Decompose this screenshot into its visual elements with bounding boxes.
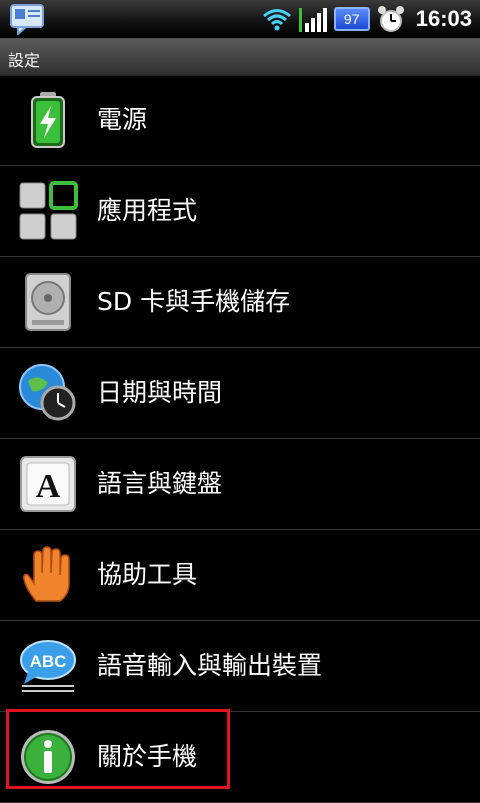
settings-item-label: 語言與鍵盤 [97,469,223,498]
storage-disk-icon [25,273,71,331]
wifi-icon [262,9,291,31]
settings-item-label: 協助工具 [97,560,198,589]
battery-indicator: 97 [333,7,370,31]
settings-item-applications[interactable]: 應用程式 [0,166,480,257]
settings-item-voice-io[interactable]: ABC 語音輸入與輸出裝置 [0,621,480,712]
hand-icon [23,546,70,602]
alarm-clock-icon [377,6,404,32]
settings-item-language-keyboard[interactable]: A 語言與鍵盤 [0,439,480,530]
svg-text:A: A [36,468,61,505]
globe-clock-icon [19,364,76,421]
signal-strength-icon [298,8,327,32]
apps-grid-icon [19,181,78,240]
title-bar: 設定 [0,39,480,76]
settings-list: 電源 應用程式 SD 卡與手機儲存 日期與時間 A 語言與鍵盤 協助工具 ABC… [0,75,480,803]
message-notification-icon [10,4,44,37]
settings-item-date-time[interactable]: 日期與時間 [0,348,480,439]
settings-item-power[interactable]: 電源 [0,75,480,166]
settings-item-label: 日期與時間 [97,378,223,407]
status-bar: 97 16:03 [0,0,480,39]
notification-area[interactable] [8,3,48,37]
settings-item-label: 應用程式 [97,196,198,225]
page-title: 設定 [8,51,41,70]
svg-text:ABC: ABC [30,652,67,671]
settings-item-label: 電源 [97,105,148,134]
battery-icon [31,92,65,148]
settings-item-accessibility[interactable]: 協助工具 [0,530,480,621]
highlight-box [6,709,230,789]
clock: 16:03 [415,6,472,31]
settings-item-sd-storage[interactable]: SD 卡與手機儲存 [0,257,480,348]
settings-item-label: 語音輸入與輸出裝置 [97,651,323,680]
settings-item-label: SD 卡與手機儲存 [97,287,291,316]
speech-bubble-icon: ABC [20,640,76,692]
keyboard-key-icon: A [20,456,76,512]
